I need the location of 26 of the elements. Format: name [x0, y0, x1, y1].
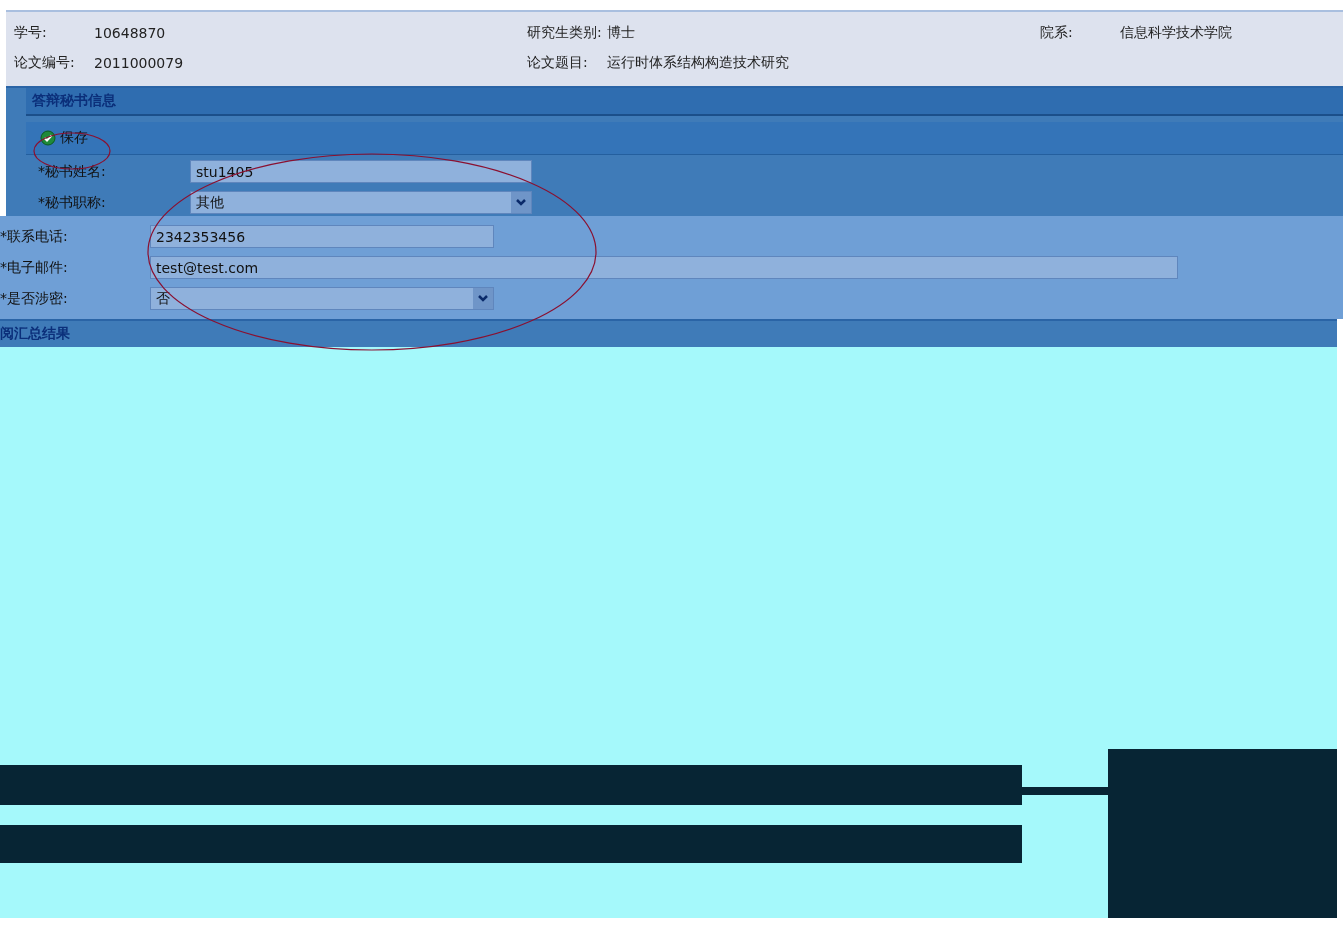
chevron-down-icon[interactable] — [511, 192, 531, 213]
field-label: *秘书职称: — [38, 193, 107, 212]
check-circle-icon — [40, 130, 56, 146]
select-field[interactable]: 其他 — [190, 191, 532, 214]
select-field[interactable]: 否 — [150, 287, 494, 310]
info-value: 运行时体系结构构造技术研究 — [607, 54, 789, 72]
field-label: *联系电话: — [0, 227, 69, 246]
info-label: 论文编号: — [14, 54, 76, 72]
info-value: 2011000079 — [94, 55, 184, 71]
field-label: *电子邮件: — [0, 258, 69, 277]
field-label: *秘书姓名: — [38, 162, 107, 181]
info-label: 院系: — [1040, 24, 1074, 42]
info-value: 信息科学技术学院 — [1120, 24, 1232, 42]
info-label: 论文题目: — [527, 54, 589, 72]
info-label: 研究生类别: — [527, 24, 603, 42]
section-title: 答辩秘书信息 — [26, 88, 1343, 116]
info-value: 博士 — [607, 24, 635, 42]
info-value: 10648870 — [94, 25, 166, 41]
input-field[interactable]: stu1405 — [190, 160, 532, 183]
input-field[interactable]: 2342353456 — [150, 225, 494, 248]
input-field[interactable]: test@test.com — [150, 256, 1178, 279]
info-label: 学号: — [14, 24, 48, 42]
chevron-down-icon[interactable] — [473, 288, 493, 309]
section-title: 阅汇总结果 — [0, 319, 1337, 347]
field-label: *是否涉密: — [0, 289, 69, 308]
save-button[interactable]: 保存 — [36, 127, 92, 149]
